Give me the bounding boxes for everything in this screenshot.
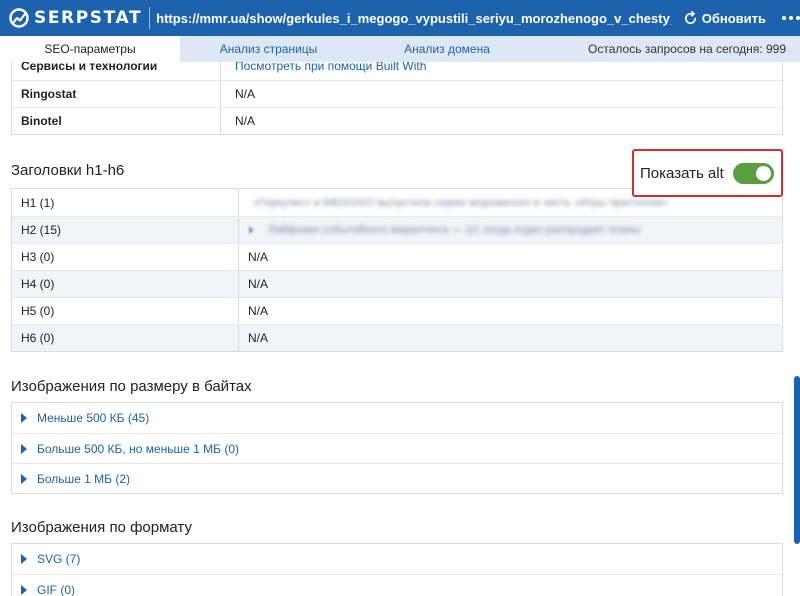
heading-value-blurred: Лайфхаки событийного маркетинга — 10: ко… <box>268 224 641 236</box>
main-content[interactable]: Сервисы и технологии Посмотреть при помо… <box>0 62 792 596</box>
table-row: H2 (15) Лайфхаки событийного маркетинга … <box>12 216 782 243</box>
tab-seo-parameters[interactable]: SEO-параметры <box>0 36 180 62</box>
heading-value: N/A <box>248 250 269 264</box>
list-item-label[interactable]: Больше 1 МБ (2) <box>37 472 130 486</box>
headings-section-title: Заголовки h1-h6 <box>11 162 125 179</box>
row-value: N/A <box>235 87 256 101</box>
page-url: https://mmr.ua/show/gerkules_i_megogo_vy… <box>156 10 671 26</box>
tab-bar: SEO-параметры Анализ страницы Анализ дом… <box>0 36 800 62</box>
show-alt-toggle[interactable] <box>732 162 774 184</box>
refresh-button[interactable]: Обновить <box>683 11 766 26</box>
list-item[interactable]: Меньше 500 КБ (45) <box>12 403 782 433</box>
table-row: H3 (0) N/A <box>12 243 782 270</box>
table-row: Ringostat N/A <box>12 80 782 107</box>
scrollbar-thumb[interactable] <box>794 376 800 544</box>
expand-arrow-icon <box>21 584 27 595</box>
heading-value-blurred: «Геркулес» и MEGOGO выпустили серию моро… <box>253 196 669 209</box>
toggle-knob <box>755 165 771 181</box>
serpstat-logo-icon <box>9 8 29 28</box>
table-row: H6 (0) N/A <box>12 324 782 351</box>
table-row: H5 (0) N/A <box>12 297 782 324</box>
show-alt-highlight: Показать alt <box>632 149 783 197</box>
images-size-list: Меньше 500 КБ (45) Больше 500 КБ, но мен… <box>11 402 783 494</box>
serpstat-logo[interactable]: SERPSTAT <box>0 0 142 36</box>
images-format-list: SVG (7) GIF (0) <box>11 543 783 596</box>
row-name: Ringostat <box>12 81 221 107</box>
heading-tag: H6 (0) <box>12 325 239 351</box>
heading-tag: H3 (0) <box>12 244 239 270</box>
header-divider <box>149 7 151 29</box>
heading-tag: H4 (0) <box>12 271 239 297</box>
row-name: Binotel <box>12 108 221 134</box>
heading-tag: H1 (1) <box>12 189 239 216</box>
refresh-label: Обновить <box>701 10 766 26</box>
list-item[interactable]: GIF (0) <box>12 574 782 596</box>
tab-page-analysis[interactable]: Анализ страницы <box>180 36 357 62</box>
list-item[interactable]: Больше 500 КБ, но меньше 1 МБ (0) <box>12 433 782 463</box>
logo-text: SERPSTAT <box>34 8 143 28</box>
heading-tag: H5 (0) <box>12 298 239 324</box>
table-row: Сервисы и технологии Посмотреть при помо… <box>12 62 782 80</box>
list-item-label[interactable]: SVG (7) <box>37 552 80 566</box>
list-item[interactable]: Больше 1 МБ (2) <box>12 463 782 493</box>
expand-arrow-icon <box>21 413 27 423</box>
list-item-label[interactable]: Больше 500 КБ, но меньше 1 МБ (0) <box>37 442 239 456</box>
expand-arrow-icon <box>21 554 27 564</box>
built-with-link[interactable]: Посмотреть при помощи Built With <box>235 62 426 73</box>
expand-arrow-icon <box>21 473 27 484</box>
refresh-icon <box>684 10 696 24</box>
expand-arrow-icon <box>21 443 27 454</box>
table-row: Binotel N/A <box>12 107 782 134</box>
images-size-section-title: Изображения по размеру в байтах <box>11 378 252 395</box>
tab-domain-analysis[interactable]: Анализ домена <box>357 36 537 62</box>
more-menu-icon[interactable] <box>782 16 800 20</box>
table-row: H4 (0) N/A <box>12 270 782 297</box>
list-item-label[interactable]: Меньше 500 КБ (45) <box>37 411 149 425</box>
list-item[interactable]: SVG (7) <box>12 544 782 574</box>
top-bar: SERPSTAT https://mmr.ua/show/gerkules_i_… <box>0 0 800 36</box>
heading-value: N/A <box>248 331 269 345</box>
headings-table: H1 (1) «Геркулес» и MEGOGO выпустили сер… <box>11 188 783 352</box>
heading-value: N/A <box>248 304 269 318</box>
row-name: Сервисы и технологии <box>12 62 221 80</box>
list-item-label[interactable]: GIF (0) <box>37 583 75 596</box>
images-format-section-title: Изображения по формату <box>11 519 192 536</box>
technologies-table: Сервисы и технологии Посмотреть при помо… <box>11 62 783 135</box>
remaining-requests: Осталось запросов на сегодня: 999 <box>588 42 786 56</box>
scrollbar[interactable] <box>792 62 800 596</box>
expand-arrow-icon[interactable] <box>249 226 254 234</box>
heading-value: N/A <box>248 277 269 291</box>
row-value: N/A <box>235 114 256 128</box>
heading-tag: H2 (15) <box>12 217 239 243</box>
show-alt-label: Показать alt <box>640 164 724 182</box>
